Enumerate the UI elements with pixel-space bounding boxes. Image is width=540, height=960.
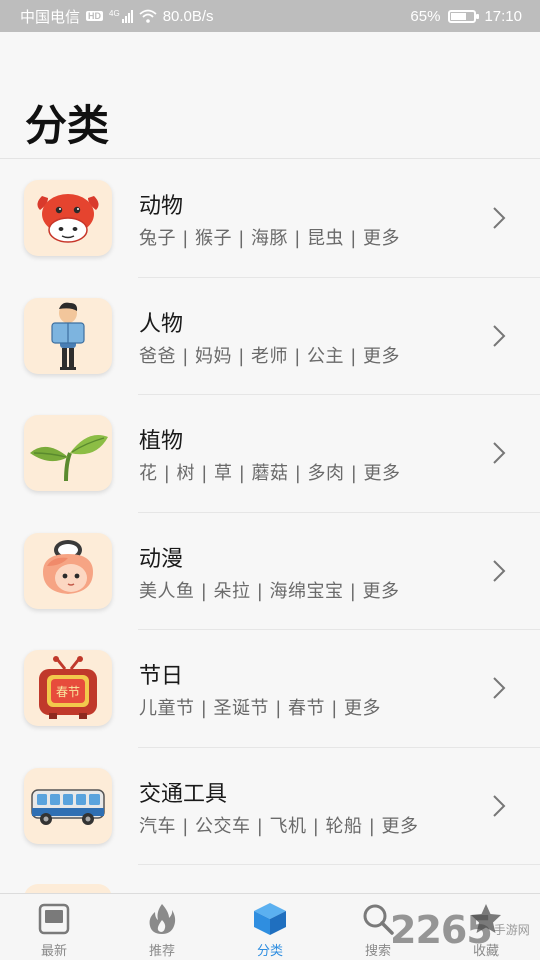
category-title: 交通工具 (139, 781, 228, 807)
category-row-anime[interactable]: 动漫 美人鱼 | 朵拉 | 海绵宝宝 | 更多 (0, 513, 540, 630)
category-subtitle: 花 | 树 | 草 | 蘑菇 | 多肉 | 更多 (139, 463, 401, 484)
chevron-right-icon (493, 794, 506, 817)
search-icon (363, 904, 394, 935)
category-row-animals[interactable]: 动物 兔子 | 猴子 | 海豚 | 昆虫 | 更多 (0, 160, 540, 278)
nav-label: 分类 (256, 944, 283, 959)
category-row-festivals[interactable]: 春节 节日 儿童节 | 圣诞节 | 春节 | 更多 (0, 630, 540, 748)
wifi-icon (139, 9, 157, 23)
category-thumbnail (24, 532, 112, 609)
category-thumbnail (24, 180, 112, 256)
category-subtitle: 美人鱼 | 朵拉 | 海绵宝宝 | 更多 (139, 580, 400, 602)
nav-item-favorites[interactable]: 收藏 (432, 894, 540, 960)
chevron-right-icon (493, 324, 506, 347)
reading-boy-icon (51, 302, 85, 370)
bus-icon (31, 788, 105, 825)
nav-item-recommend[interactable]: 推荐 (108, 894, 216, 960)
nav-label: 最新 (40, 944, 67, 959)
star-icon (471, 904, 501, 933)
category-title: 动物 (139, 194, 184, 219)
carrier-label: 中国电信 (20, 8, 81, 26)
category-thumbnail: 春节 (24, 650, 112, 726)
partial-category-thumbnail[interactable] (24, 884, 112, 893)
nav-item-categories[interactable]: 分类 (216, 894, 324, 960)
network-type-label: 4G (109, 9, 120, 18)
cube-icon (254, 903, 286, 935)
category-row-plants[interactable]: 植物 花 | 树 | 草 | 蘑菇 | 多肉 | 更多 (0, 395, 540, 513)
chevron-right-icon (493, 677, 506, 699)
network-speed: 80.0B/s (162, 7, 214, 25)
category-subtitle: 汽车 | 公交车 | 飞机 | 轮船 | 更多 (139, 815, 419, 837)
spring-festival-tv-icon: 春节 (39, 656, 97, 719)
clock: 17:10 (484, 7, 522, 25)
row-divider (138, 864, 540, 865)
bottom-nav: 最新 推荐 分类 搜索 收藏 (0, 893, 540, 960)
category-thumbnail (24, 767, 112, 844)
flame-icon (149, 904, 176, 934)
title-divider (0, 158, 540, 159)
category-subtitle: 兔子 | 猴子 | 海豚 | 昆虫 | 更多 (139, 228, 401, 249)
category-list: 动物 兔子 | 猴子 | 海豚 | 昆虫 | 更多 人物 爸爸 | 妈妈 | 老… (0, 160, 540, 893)
nav-item-search[interactable]: 搜索 (324, 894, 432, 960)
hd-badge: HD (86, 11, 104, 21)
sprout-icon (30, 435, 108, 482)
category-subtitle: 儿童节 | 圣诞节 | 春节 | 更多 (139, 698, 382, 719)
battery-icon (448, 9, 480, 23)
nav-label: 收藏 (472, 944, 499, 959)
nav-item-latest[interactable]: 最新 (0, 894, 108, 960)
anime-girl-icon (43, 539, 93, 594)
page-title: 分类 (25, 101, 110, 150)
category-title: 节日 (139, 664, 184, 689)
category-thumbnail (24, 297, 112, 374)
category-thumbnail (24, 415, 112, 491)
status-bar: 中国电信 HD 4G 80.0B/s 65% 17:10 (0, 0, 540, 32)
tv-screen-text: 春节 (56, 685, 80, 699)
battery-percent: 65% (410, 7, 441, 25)
category-title: 人物 (139, 311, 184, 337)
category-title: 植物 (139, 429, 184, 454)
category-row-vehicles[interactable]: 交通工具 汽车 | 公交车 | 飞机 | 轮船 | 更多 (0, 748, 540, 865)
cow-icon (37, 194, 99, 243)
chevron-right-icon (493, 559, 506, 582)
latest-icon (38, 903, 70, 935)
category-subtitle: 爸爸 | 妈妈 | 老师 | 公主 | 更多 (139, 345, 401, 367)
chevron-right-icon (493, 442, 506, 464)
chevron-right-icon (493, 207, 506, 229)
nav-label: 推荐 (148, 944, 175, 959)
nav-label: 搜索 (364, 944, 391, 959)
category-row-people[interactable]: 人物 爸爸 | 妈妈 | 老师 | 公主 | 更多 (0, 278, 540, 395)
category-title: 动漫 (139, 546, 184, 572)
signal-icon: 4G (109, 9, 133, 23)
